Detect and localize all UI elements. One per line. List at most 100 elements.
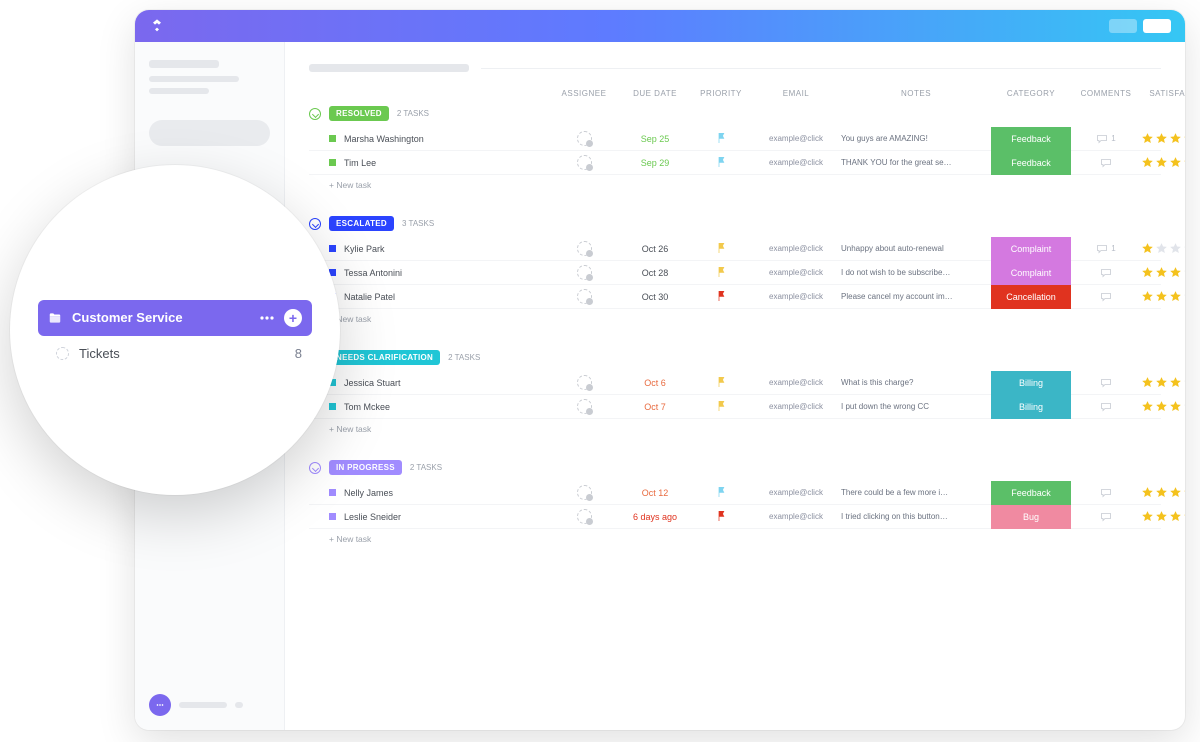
due-date[interactable]: Oct 6 [619,378,691,388]
new-task-button[interactable]: + New task [309,309,1161,324]
col-assignee[interactable]: ASSIGNEE [549,89,619,98]
comments-cell[interactable]: 1 [1071,244,1141,254]
assignee-avatar[interactable] [577,375,592,390]
search-input[interactable] [149,120,270,146]
star-icon[interactable] [1183,266,1185,279]
star-icon[interactable] [1183,400,1185,413]
assignee-avatar[interactable] [577,155,592,170]
task-row[interactable]: Tim Lee Sep 29 example@click THANK YOU f… [309,151,1161,175]
col-category[interactable]: CATEGORY [991,89,1071,98]
category-tag[interactable]: Billing [991,371,1071,395]
priority-flag-icon[interactable] [717,157,726,167]
task-row[interactable]: Tom Mckee Oct 7 example@click I put down… [309,395,1161,419]
star-icon[interactable] [1183,486,1185,499]
assignee-avatar[interactable] [577,241,592,256]
due-date[interactable]: Oct 26 [619,244,691,254]
comments-cell[interactable] [1071,402,1141,412]
col-notes[interactable]: NOTES [841,89,991,98]
due-date[interactable]: 6 days ago [619,512,691,522]
new-task-button[interactable]: + New task [309,529,1161,544]
star-icon[interactable] [1155,376,1168,389]
topbar-pill[interactable] [1143,19,1171,33]
star-icon[interactable] [1155,400,1168,413]
assignee-avatar[interactable] [577,485,592,500]
assignee-avatar[interactable] [577,399,592,414]
assignee-avatar[interactable] [577,289,592,304]
priority-flag-icon[interactable] [717,401,726,411]
task-row[interactable]: Natalie Patel Oct 30 example@click Pleas… [309,285,1161,309]
star-icon[interactable] [1169,486,1182,499]
folder-customer-service[interactable]: Customer Service + [38,300,312,336]
category-tag[interactable]: Feedback [991,151,1071,175]
satisfaction-stars[interactable] [1141,266,1185,279]
col-comments[interactable]: COMMENTS [1071,89,1141,98]
satisfaction-stars[interactable] [1141,376,1185,389]
star-icon[interactable] [1141,400,1154,413]
due-date[interactable]: Oct 28 [619,268,691,278]
priority-flag-icon[interactable] [717,291,726,301]
col-email[interactable]: EMAIL [751,89,841,98]
star-icon[interactable] [1183,156,1185,169]
task-row[interactable]: Marsha Washington Sep 25 example@click Y… [309,127,1161,151]
satisfaction-stars[interactable] [1141,242,1185,255]
satisfaction-stars[interactable] [1141,510,1185,523]
satisfaction-stars[interactable] [1141,290,1185,303]
satisfaction-stars[interactable] [1141,400,1185,413]
priority-flag-icon[interactable] [717,487,726,497]
star-icon[interactable] [1141,156,1154,169]
star-icon[interactable] [1155,290,1168,303]
comments-cell[interactable] [1071,488,1141,498]
comments-cell[interactable] [1071,268,1141,278]
star-icon[interactable] [1141,132,1154,145]
star-icon[interactable] [1169,156,1182,169]
status-badge[interactable]: RESOLVED [329,106,389,121]
star-icon[interactable] [1155,510,1168,523]
due-date[interactable]: Oct 7 [619,402,691,412]
star-icon[interactable] [1141,376,1154,389]
category-tag[interactable]: Billing [991,395,1071,419]
task-row[interactable]: Leslie Sneider 6 days ago example@click … [309,505,1161,529]
star-icon[interactable] [1183,376,1185,389]
task-row[interactable]: Tessa Antonini Oct 28 example@click I do… [309,261,1161,285]
comments-cell[interactable] [1071,512,1141,522]
chevron-down-icon[interactable] [309,462,321,474]
star-icon[interactable] [1169,290,1182,303]
star-icon[interactable] [1141,486,1154,499]
comments-cell[interactable]: 1 [1071,134,1141,144]
star-icon[interactable] [1183,242,1185,255]
priority-flag-icon[interactable] [717,267,726,277]
task-row[interactable]: Jessica Stuart Oct 6 example@click What … [309,371,1161,395]
star-icon[interactable] [1155,486,1168,499]
category-tag[interactable]: Complaint [991,237,1071,261]
col-due[interactable]: DUE DATE [619,89,691,98]
star-icon[interactable] [1169,266,1182,279]
star-icon[interactable] [1169,376,1182,389]
star-icon[interactable] [1155,132,1168,145]
priority-flag-icon[interactable] [717,243,726,253]
new-task-button[interactable]: + New task [309,419,1161,434]
topbar-pill[interactable] [1109,19,1137,33]
star-icon[interactable] [1155,242,1168,255]
col-satisfaction[interactable]: SATISFACTION LEVEL [1141,89,1185,98]
chat-icon[interactable] [149,694,171,716]
chevron-down-icon[interactable] [309,218,321,230]
star-icon[interactable] [1183,132,1185,145]
satisfaction-stars[interactable] [1141,156,1185,169]
category-tag[interactable]: Complaint [991,261,1071,285]
priority-flag-icon[interactable] [717,377,726,387]
star-icon[interactable] [1155,266,1168,279]
star-icon[interactable] [1141,242,1154,255]
due-date[interactable]: Oct 30 [619,292,691,302]
category-tag[interactable]: Cancellation [991,285,1071,309]
comments-cell[interactable] [1071,378,1141,388]
col-priority[interactable]: PRIORITY [691,89,751,98]
star-icon[interactable] [1141,510,1154,523]
star-icon[interactable] [1169,400,1182,413]
star-icon[interactable] [1183,290,1185,303]
star-icon[interactable] [1141,266,1154,279]
satisfaction-stars[interactable] [1141,132,1185,145]
chevron-down-icon[interactable] [309,108,321,120]
task-row[interactable]: Nelly James Oct 12 example@click There c… [309,481,1161,505]
task-row[interactable]: Kylie Park Oct 26 example@click Unhappy … [309,237,1161,261]
comments-cell[interactable] [1071,292,1141,302]
